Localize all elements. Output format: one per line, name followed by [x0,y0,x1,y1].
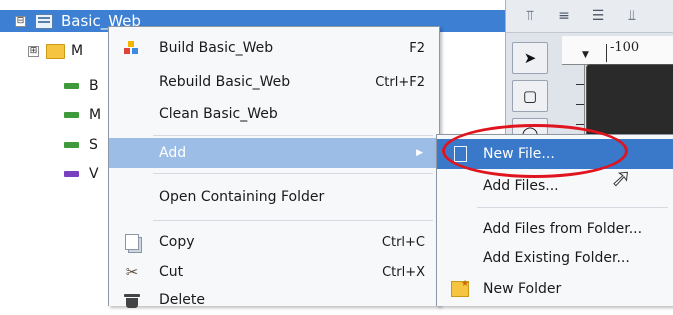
submenu-item-add-existing-folder[interactable]: Add Existing Folder... [437,243,673,273]
build-icon [123,39,141,57]
tree-item-file[interactable]: S [0,134,98,156]
file-icon [64,83,79,89]
menu-item-label: Rebuild Basic_Web [159,74,291,90]
menu-separator [153,220,433,221]
highlight-ring [442,124,628,178]
menu-separator [153,173,433,174]
menu-item-label: Cut [159,264,184,280]
menu-item-add[interactable]: Add ▶ [109,138,439,168]
menu-separator [477,207,668,208]
menu-item-copy[interactable]: Copy Ctrl+C [109,227,439,257]
context-menu: Build Basic_Web F2 Rebuild Basic_Web Ctr… [108,26,440,308]
menu-item-shortcut: Ctrl+X [382,264,425,280]
tree-item-label: B [89,78,99,94]
rectangle-icon: ▢ [522,87,538,105]
ruler-tick [576,84,584,85]
scissors-icon: ✂ [125,263,139,281]
menu-item-build[interactable]: Build Basic_Web F2 [109,33,439,63]
file-icon [64,171,79,177]
tree-item-file[interactable]: V [0,163,99,185]
menu-item-shortcut: Ctrl+C [381,234,425,250]
file-icon [64,142,79,148]
menu-item-clean[interactable]: Clean Basic_Web [109,99,439,129]
tree-item-folder[interactable]: ⊞ M [0,40,83,62]
menu-item-label: Add Existing Folder... [483,250,630,266]
menu-item-label: New Folder [483,281,562,297]
ruler-tick [576,124,584,125]
ruler-tick [576,104,584,105]
align-toolbar: ⫪ ≡ ☰ ⫫ [506,0,673,33]
menu-item-rebuild[interactable]: Rebuild Basic_Web Ctrl+F2 [109,67,439,97]
menu-item-label: Open Containing Folder [159,189,325,205]
rectangle-tool-button[interactable]: ▢ [512,80,548,112]
collapse-icon[interactable]: ⊟ [15,15,26,27]
pointer-icon: ➤ [523,49,537,67]
submenu-arrow-icon: ▶ [416,148,423,158]
tree-item-file[interactable]: B [0,75,99,97]
menu-item-shortcut: F2 [409,40,425,56]
mouse-cursor-icon: ➚ [610,164,632,192]
menu-item-cut[interactable]: ✂ Cut Ctrl+X [109,257,439,287]
project-icon [35,13,53,29]
distribute-icon[interactable]: ☰ [588,8,608,24]
menu-item-label: Add [159,145,187,161]
align-top-icon[interactable]: ⫪ [520,8,540,24]
menu-separator [153,135,433,136]
folder-icon [46,43,65,59]
menu-item-label: Add Files... [483,178,559,194]
tree-item-label: V [89,166,99,182]
copy-icon [123,233,141,251]
tree-item-label: S [89,137,98,153]
align-bottom-icon[interactable]: ⫫ [622,8,642,24]
trash-icon [123,291,141,309]
submenu-item-new-folder[interactable]: New Folder [437,274,673,304]
expand-icon[interactable]: ⊞ [28,45,39,57]
ruler-marker-icon: ▼ [582,50,589,60]
file-icon [64,112,79,118]
menu-item-label: Add Files from Folder... [483,221,643,237]
submenu-item-add-files-from-folder[interactable]: Add Files from Folder... [437,214,673,244]
ruler-tick [606,44,607,62]
pointer-tool-button[interactable]: ➤ [512,42,548,74]
menu-item-label: Clean Basic_Web [159,106,278,122]
ruler-label: -100 [610,40,640,55]
menu-item-shortcut: Ctrl+F2 [375,74,425,90]
menu-item-open-containing-folder[interactable]: Open Containing Folder [109,182,439,212]
menu-item-label: Build Basic_Web [159,40,274,56]
tree-item-label: M [89,107,102,123]
tree-item-label: M [71,43,84,59]
menu-item-label: Copy [159,234,195,250]
tree-item-file[interactable]: M [0,104,101,126]
align-middle-icon[interactable]: ≡ [554,8,574,24]
menu-item-delete[interactable]: Delete [109,285,439,315]
new-folder-icon [451,279,469,298]
horizontal-ruler: ▼ -100 [562,36,673,65]
menu-item-label: Delete [159,292,205,308]
